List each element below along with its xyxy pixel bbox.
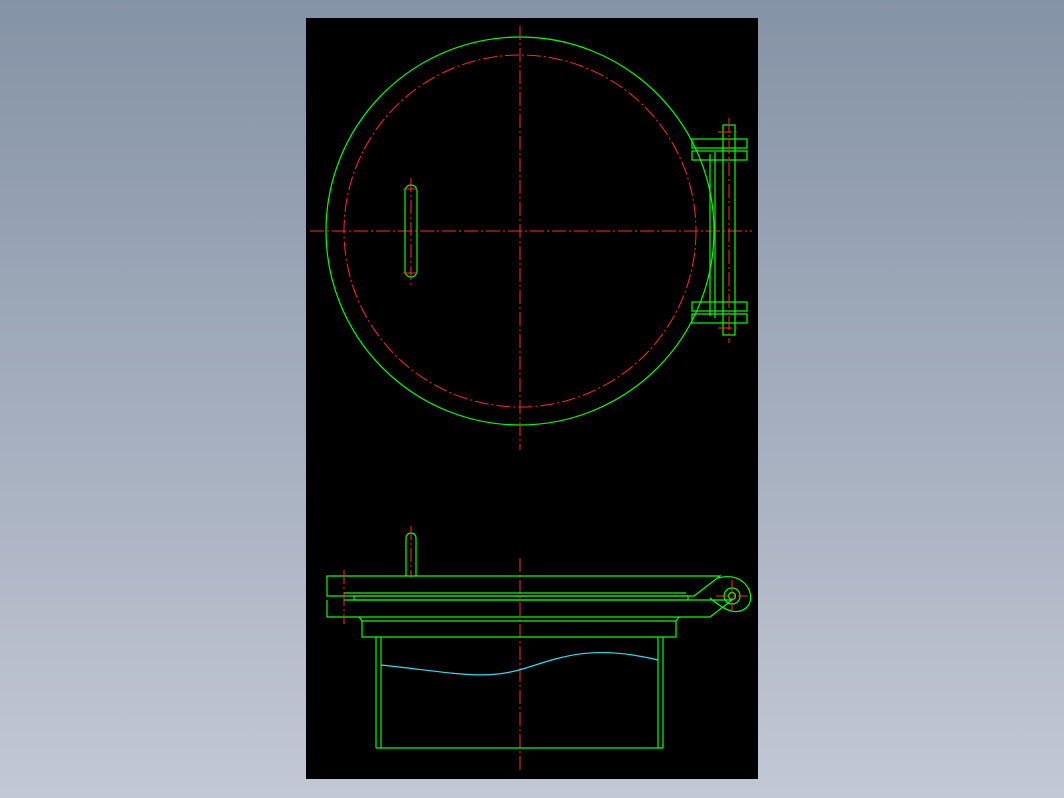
hinge-pin bbox=[709, 575, 752, 613]
drawing-sheet bbox=[306, 18, 758, 779]
plan-view bbox=[310, 26, 752, 450]
handle-side bbox=[405, 526, 417, 578]
flange bbox=[326, 599, 734, 618]
side-section-view bbox=[326, 526, 752, 773]
flange-hub bbox=[358, 616, 680, 638]
handle-slot bbox=[403, 178, 419, 286]
cad-drawing bbox=[310, 26, 752, 773]
cover-plate bbox=[326, 575, 722, 597]
